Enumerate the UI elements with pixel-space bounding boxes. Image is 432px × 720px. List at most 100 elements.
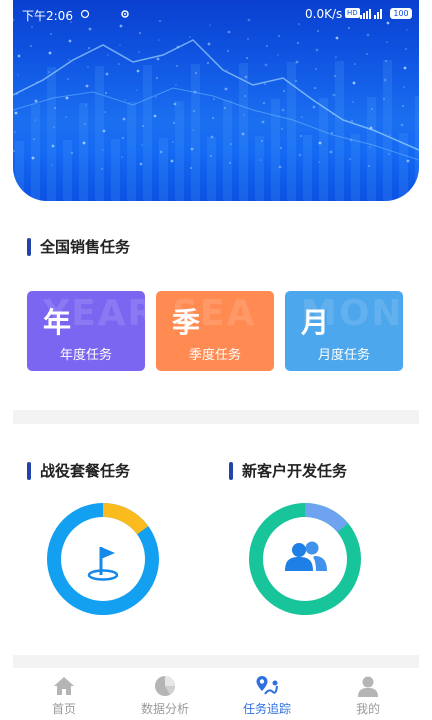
banner-decor-dot [315, 48, 319, 52]
banner-decor-dot [156, 57, 160, 61]
tab-label: 数据分析 [140, 702, 189, 716]
home-icon [52, 674, 76, 698]
banner-decor-dot [243, 114, 245, 116]
banner-decor-column [351, 134, 360, 201]
banner-decor-dot [312, 105, 316, 109]
banner-decor-dot [227, 30, 231, 34]
banner-decor-dot [241, 132, 245, 136]
banner-decor-dot [297, 42, 299, 44]
campaign-progress-donut[interactable] [47, 503, 159, 615]
banner-decor-dot [53, 126, 55, 128]
banner-decor-column [15, 141, 24, 201]
banner-decor-dot [278, 35, 280, 37]
hd-badge: HD [345, 8, 360, 18]
banner-decor-dot [190, 167, 192, 169]
banner-decor-dot [119, 44, 121, 46]
banner-decor-dot [17, 74, 19, 76]
network-speed: 0.0K/s [305, 7, 343, 21]
banner-decor-dot [213, 98, 215, 100]
annual-task-card[interactable]: YEAR 年 年度任务 [27, 291, 145, 371]
banner-decor-dot [85, 84, 89, 88]
map-pin-icon [255, 674, 279, 698]
banner-decor-column [239, 63, 248, 201]
banner-decor-dot [88, 47, 90, 49]
banner-decor-dot [189, 36, 191, 38]
banner-decor-dot [193, 110, 195, 112]
banner-decor-dot [298, 153, 302, 157]
banner-decor-dot [30, 45, 32, 47]
status-bar: 下午2:06 0.0K/s HD 100 [0, 0, 432, 26]
section-title-national-sales: 全国销售任务 [27, 236, 130, 257]
banner-decor-dot [87, 66, 89, 68]
pie-chart-icon [153, 674, 177, 698]
banner-decor-dot [400, 123, 404, 127]
section-title-text: 全国销售任务 [40, 238, 131, 256]
section-divider [13, 655, 419, 669]
banner-decor-dot [88, 27, 92, 31]
banner-decor-column [207, 137, 216, 201]
section-title-new-customer: 新客户开发任务 [229, 460, 347, 481]
section-title-text: 新客户开发任务 [242, 462, 348, 480]
banner-decor-dot [176, 65, 178, 67]
banner-decor-column [63, 140, 72, 201]
banner-decor-dot [230, 143, 232, 145]
banner-decor-dot [301, 116, 303, 118]
monthly-task-card[interactable]: MON 月 月度任务 [285, 291, 403, 371]
tab-task-tracking[interactable]: 任务追踪 [213, 668, 321, 720]
banner-decor-dot [351, 120, 353, 122]
banner-decor-dot [263, 102, 265, 104]
banner-decor-dot [173, 102, 177, 106]
quarterly-task-card[interactable]: SEA 季 季度任务 [156, 291, 274, 371]
banner-decor-dot [368, 165, 370, 167]
banner-decor-dot [65, 116, 67, 118]
card-label: 月度任务 [317, 348, 370, 363]
banner-decor-column [175, 101, 184, 201]
status-time: 下午2:06 [22, 9, 73, 23]
section-accent-bar [27, 237, 31, 256]
tab-home[interactable]: 首页 [10, 668, 118, 720]
banner-decor-dot [349, 158, 351, 160]
banner-decor-dot [406, 29, 408, 31]
banner-decor-dot [383, 98, 385, 100]
banner-decor-dot [48, 71, 50, 73]
banner-decor-dot [354, 63, 356, 65]
banner-decor-dot [207, 62, 209, 64]
banner-decor-dot [118, 63, 120, 65]
banner-decor-dot [13, 150, 15, 152]
card-label: 年度任务 [59, 348, 112, 363]
banner-decor-dot [224, 87, 228, 91]
new-customer-progress-donut[interactable] [249, 503, 361, 615]
banner-decor-dot [224, 107, 226, 109]
tab-mine[interactable]: 我的 [314, 668, 422, 720]
banner-decor-dot [318, 141, 322, 145]
tab-data-analysis[interactable]: 数据分析 [111, 668, 219, 720]
banner-decor-dot [107, 54, 109, 56]
battery-indicator: 100 [390, 8, 412, 19]
banner-decor-dot [82, 141, 86, 145]
banner-decor-dot [314, 87, 316, 89]
card-label: 季度任务 [188, 348, 241, 363]
banner-decor-dot [71, 152, 73, 154]
banner-decor-dot [138, 51, 140, 53]
banner-decor-dot [68, 39, 72, 43]
banner-decor-dot [51, 164, 53, 166]
banner-decor-dot [153, 114, 157, 118]
banner-decor-column [191, 64, 200, 201]
banner-decor-dot [283, 90, 285, 92]
card-big-char: 年 [43, 306, 72, 339]
banner-decor-dot [31, 156, 35, 160]
banner-decor-dot [300, 135, 302, 137]
banner-decor-dot [278, 165, 282, 169]
banner-decor-dot [264, 83, 266, 85]
banner-decor-dot [156, 77, 158, 79]
banner-decor-dot [68, 59, 70, 61]
banner-decor-dot [121, 156, 123, 158]
banner-decor-dot [366, 33, 370, 37]
banner-decor-dot [403, 86, 405, 88]
banner-decor-dot [315, 68, 317, 70]
banner-decor-dot [136, 69, 140, 73]
banner-decor-dot [295, 80, 297, 82]
banner-decor-dot [158, 39, 160, 41]
donut-progress-arc [102, 503, 149, 535]
banner-decor-dot [51, 144, 55, 148]
